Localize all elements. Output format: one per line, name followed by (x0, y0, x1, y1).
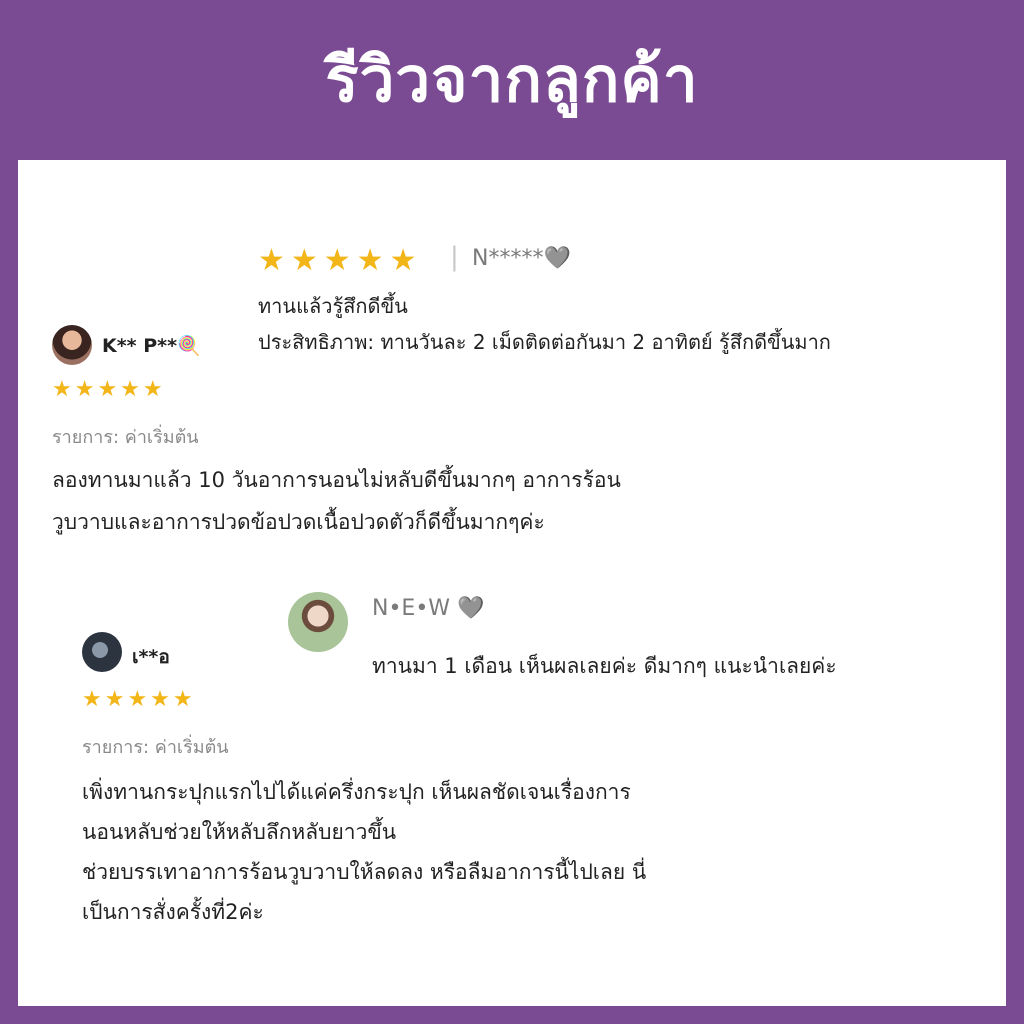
item-variant: รายการ: ค่าเริ่มต้น (82, 737, 229, 758)
review-text: ทานมา 1 เดือน เห็นผลเลยค่ะ ดีมากๆ แนะนำเ… (372, 654, 837, 678)
gray-heart-icon: 🩶 (457, 596, 485, 621)
review-text-line: เป็นการสั่งครั้งที่2ค่ะ (82, 900, 264, 924)
reviewer-name: เ**อ (132, 646, 170, 668)
header-banner: รีวิวจากลูกค้า (0, 0, 1024, 160)
review-text-line: นอนหลับช่วยให้หลับลึกหลับยาวขึ้น (82, 820, 397, 844)
gray-heart-icon: 🩶 (543, 246, 571, 271)
avatar[interactable] (82, 632, 122, 672)
rating-stars: ★★★★★ (258, 243, 423, 278)
rating-stars: ★★★★★ (82, 687, 196, 712)
rating-stars: ★★★★★ (52, 377, 166, 402)
review-text-line: ลองทานมาแล้ว 10 วันอาการนอนไม่หลับดีขึ้น… (52, 468, 621, 492)
review-title: ทานแล้วรู้สึกดีขึ้น (258, 294, 408, 318)
item-variant: รายการ: ค่าเริ่มต้น (52, 427, 199, 448)
review-text-line: ช่วยบรรเทาอาการร้อนวูบวาบให้ลดลง หรือลืม… (82, 860, 647, 884)
page-title: รีวิวจากลูกค้า (325, 43, 699, 116)
reviewer-name-text: K** P** (102, 335, 178, 357)
reviewer-name-text: N***** (472, 246, 544, 271)
reviewer-name: K** P**🍭 (102, 334, 201, 357)
reviewer-name: N•E•W 🩶 (372, 596, 484, 621)
avatar[interactable] (52, 325, 92, 365)
reviewer-name-text: N•E•W (372, 596, 451, 621)
review-efficacy: ประสิทธิภาพ: ทานวันละ 2 เม็ดติดต่อกันมา … (258, 330, 831, 354)
avatar[interactable] (288, 592, 348, 652)
reviews-panel: ★★★★★ | N*****🩶 ทานแล้วรู้สึกดีขึ้น ประส… (18, 160, 1006, 1006)
separator: | (450, 242, 459, 272)
review-text-line: เพิ่งทานกระปุกแรกไปได้แค่ครึ่งกระปุก เห็… (82, 780, 631, 804)
review-text-line: วูบวาบและอาการปวดข้อปวดเนื้อปวดตัวก็ดีขึ… (52, 510, 545, 534)
reviewer-name: N*****🩶 (472, 246, 571, 271)
lollipop-icon: 🍭 (177, 335, 201, 357)
